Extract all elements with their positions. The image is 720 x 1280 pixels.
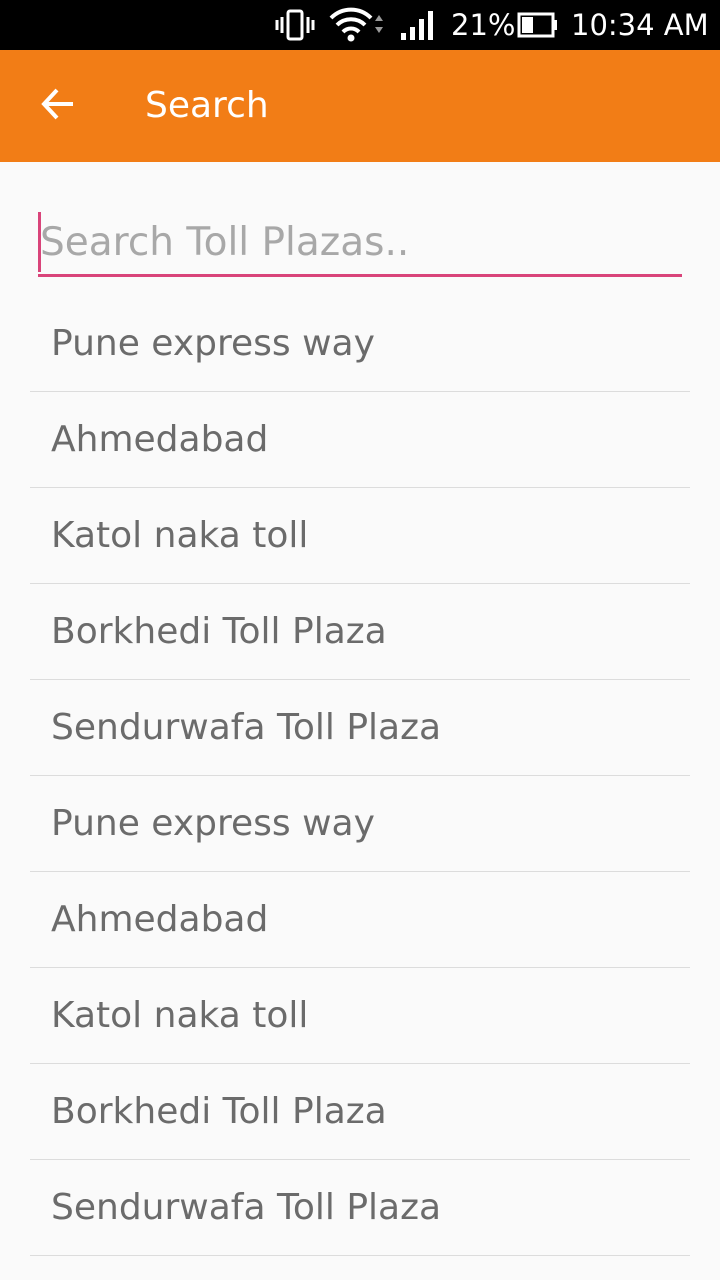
- list-item-label: Katol naka toll: [51, 995, 309, 1036]
- page-title: Search: [145, 85, 269, 126]
- clock: 10:34 AM: [571, 8, 709, 42]
- back-button[interactable]: [22, 70, 94, 142]
- search-underline: [38, 274, 682, 277]
- signal-icon: [398, 0, 436, 50]
- list-item[interactable]: Katol naka toll: [30, 488, 690, 584]
- battery-icon: [517, 0, 559, 50]
- list-item[interactable]: Borkhedi Toll Plaza: [30, 1064, 690, 1160]
- list-item-label: Katol naka toll: [51, 515, 309, 556]
- text-cursor: [38, 212, 41, 272]
- search-input[interactable]: [38, 210, 682, 274]
- list-item-label: Ahmedabad: [51, 899, 269, 940]
- list-item-label: Ahmedabad: [51, 419, 269, 460]
- wifi-icon: [328, 0, 386, 50]
- app-bar: Search: [0, 50, 720, 162]
- list-item[interactable]: Ahmedabad: [30, 392, 690, 488]
- toll-plaza-list: Pune express way Ahmedabad Katol naka to…: [30, 296, 690, 1256]
- list-item-label: Sendurwafa Toll Plaza: [51, 1187, 442, 1228]
- list-item[interactable]: Pune express way: [30, 776, 690, 872]
- list-item-label: Borkhedi Toll Plaza: [51, 611, 387, 652]
- list-item-label: Sendurwafa Toll Plaza: [51, 707, 442, 748]
- list-item-label: Pune express way: [51, 803, 375, 844]
- status-bar: 21% 10:34 AM: [0, 0, 720, 50]
- list-item[interactable]: Sendurwafa Toll Plaza: [30, 1160, 690, 1256]
- list-item[interactable]: Katol naka toll: [30, 968, 690, 1064]
- list-item[interactable]: Pune express way: [30, 296, 690, 392]
- list-item[interactable]: Borkhedi Toll Plaza: [30, 584, 690, 680]
- list-item-label: Pune express way: [51, 323, 375, 364]
- list-item[interactable]: Sendurwafa Toll Plaza: [30, 680, 690, 776]
- battery-percent: 21%: [451, 8, 516, 42]
- arrow-back-icon: [40, 86, 76, 126]
- vibrate-icon: [274, 0, 316, 50]
- list-item-label: Borkhedi Toll Plaza: [51, 1091, 387, 1132]
- search-field[interactable]: [38, 210, 682, 278]
- list-item[interactable]: Ahmedabad: [30, 872, 690, 968]
